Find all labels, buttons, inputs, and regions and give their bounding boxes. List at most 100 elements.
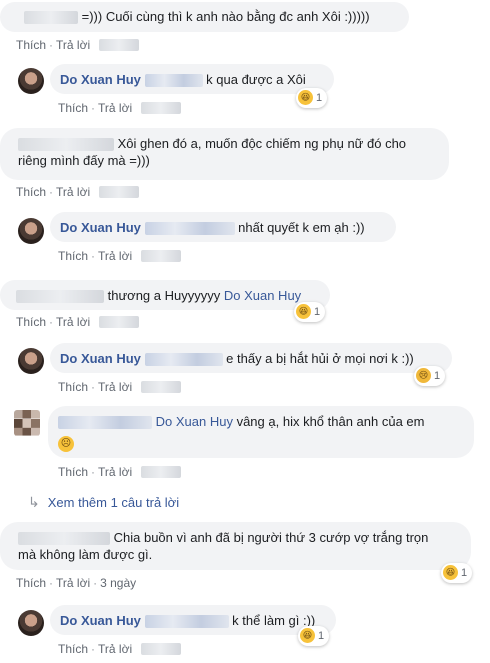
blurred-timestamp [141, 465, 182, 478]
like-link[interactable]: Thích [58, 641, 88, 657]
reaction-badge[interactable]: 😆 1 [294, 302, 326, 322]
comment-bubble: thương a Huyyyyyy Do Xuan Huy [0, 280, 330, 310]
reply-link[interactable]: Trả lời [56, 575, 90, 591]
like-link[interactable]: Thích [58, 464, 88, 480]
reply-link[interactable]: Trả lời [98, 641, 132, 657]
comment-bubble: Do Xuan Huy vâng ạ, hix khổ thân anh của… [48, 406, 474, 458]
avatar[interactable] [14, 410, 40, 436]
comment-text: k thể làm gì :)) [232, 613, 316, 628]
sad-reaction-icon: 😢 [416, 367, 431, 383]
comment-text: vâng ạ, hix khổ thân anh của em [236, 414, 425, 429]
author-name[interactable]: Do Xuan Huy [60, 220, 141, 235]
reply-link[interactable]: Trả lời [56, 314, 90, 330]
comment-actions: Thích · Trả lời [58, 463, 182, 480]
haha-reaction-icon: 😆 [298, 89, 313, 105]
blurred-name [16, 290, 104, 304]
comment-actions: Thích · Trả lời [16, 36, 140, 53]
blurred-timestamp [99, 315, 140, 328]
comment-bubble: Xôi ghen đó a, muốn độc chiếm ng phụ nữ … [0, 128, 449, 180]
separator: · [91, 379, 96, 394]
reply-link[interactable]: Trả lời [56, 184, 90, 200]
comment-text-line2: mà không làm được gì. [18, 547, 153, 562]
comment-actions: Thích · Trả lời [58, 99, 182, 116]
reply-link[interactable]: Trả lời [98, 464, 132, 480]
blurred-timestamp [99, 38, 140, 51]
separator: · [49, 314, 54, 329]
comment-text-line1: Xôi ghen đó a, muốn độc chiếm ng phụ nữ … [117, 136, 407, 151]
comment-bubble: =))) Cuối cùng thì k anh nào bằng đc anh… [0, 2, 409, 32]
reply-link[interactable]: Trả lời [56, 37, 90, 53]
separator: · [91, 248, 96, 263]
comment-bubble: Do Xuan Huy nhất quyết k em ạh :)) [50, 212, 396, 242]
comment-text: =))) Cuối cùng thì k anh nào bằng đc anh… [81, 9, 370, 24]
comment-bubble: Chia buồn vì anh đã bị người thứ 3 cướp … [0, 522, 471, 570]
like-link[interactable]: Thích [16, 575, 46, 591]
avatar[interactable] [18, 218, 44, 244]
comment-actions: Thích · Trả lời · 3 ngày [16, 574, 136, 591]
comment-text-line2: riêng mình đấy mà =))) [18, 153, 150, 168]
reaction-count: 1 [316, 92, 323, 104]
reply-link[interactable]: Trả lời [98, 100, 132, 116]
blurred-timestamp [141, 101, 182, 114]
comment-actions: Thích · Trả lời [16, 183, 140, 200]
avatar[interactable] [18, 610, 44, 636]
like-link[interactable]: Thích [16, 184, 46, 200]
haha-reaction-icon: 😆 [443, 564, 458, 580]
avatar[interactable] [18, 348, 44, 374]
blurred-tag [144, 222, 235, 236]
comment-text-line1: Chia buồn vì anh đã bị người thứ 3 cướp … [113, 530, 429, 545]
blurred-timestamp [99, 185, 140, 198]
reaction-badge[interactable]: 😢 1 [414, 366, 446, 386]
reaction-badge[interactable]: 😆 1 [296, 88, 328, 108]
timestamp[interactable]: 3 ngày [100, 575, 136, 591]
comment-actions: Thích · Trả lời [58, 247, 182, 264]
like-link[interactable]: Thích [16, 314, 46, 330]
like-link[interactable]: Thích [58, 100, 88, 116]
comment-actions: Thích · Trả lời [58, 378, 182, 395]
author-name[interactable]: Do Xuan Huy [60, 351, 141, 366]
haha-reaction-icon: 😆 [300, 627, 315, 643]
reaction-count: 1 [314, 306, 321, 318]
comment-bubble: Do Xuan Huy k qua được a Xôi [50, 64, 334, 94]
like-link[interactable]: Thích [16, 37, 46, 53]
avatar[interactable] [18, 68, 44, 94]
author-name[interactable]: Do Xuan Huy [60, 72, 141, 87]
reaction-badge[interactable]: 😆 1 [298, 626, 330, 646]
reaction-count: 1 [461, 567, 468, 579]
blurred-name [24, 11, 78, 25]
haha-reaction-icon: 😆 [296, 303, 311, 319]
comment-text: k qua được a Xôi [206, 72, 306, 87]
see-more-replies-link[interactable]: ↳ Xem thêm 1 câu trả lời [28, 494, 179, 511]
comment-text: e thấy a bị hắt hủi ở mọi nơi k :)) [226, 351, 414, 366]
reaction-count: 1 [318, 630, 325, 642]
blurred-timestamp [141, 380, 182, 393]
reaction-count: 1 [434, 370, 441, 382]
see-more-label: Xem thêm 1 câu trả lời [47, 495, 180, 510]
reply-link[interactable]: Trả lời [98, 379, 132, 395]
blurred-tag [144, 615, 229, 629]
reply-arrow-icon: ↳ [28, 494, 40, 510]
comment-bubble: Do Xuan Huy e thấy a bị hắt hủi ở mọi nơ… [50, 343, 452, 373]
separator: · [49, 184, 54, 199]
separator: · [49, 37, 54, 52]
like-link[interactable]: Thích [58, 379, 88, 395]
comment-text: nhất quyết k em ạh :)) [238, 220, 365, 235]
tagged-user[interactable]: Do Xuan Huy [156, 414, 233, 429]
crying-emoji-icon: ☹ [58, 435, 74, 452]
blurred-timestamp [141, 642, 182, 655]
blurred-tag [144, 353, 223, 367]
tagged-user[interactable]: Do Xuan Huy [224, 288, 301, 303]
separator: · [49, 575, 54, 590]
blurred-tag [144, 74, 203, 88]
separator: · [93, 575, 98, 590]
blurred-name [58, 416, 152, 430]
author-name[interactable]: Do Xuan Huy [60, 613, 141, 628]
reply-link[interactable]: Trả lời [98, 248, 132, 264]
like-link[interactable]: Thích [58, 248, 88, 264]
separator: · [91, 464, 96, 479]
separator: · [91, 100, 96, 115]
separator: · [91, 641, 96, 656]
comment-actions: Thích · Trả lời [58, 640, 182, 657]
reaction-badge[interactable]: 😆 1 [441, 563, 473, 583]
blurred-name [18, 138, 114, 152]
